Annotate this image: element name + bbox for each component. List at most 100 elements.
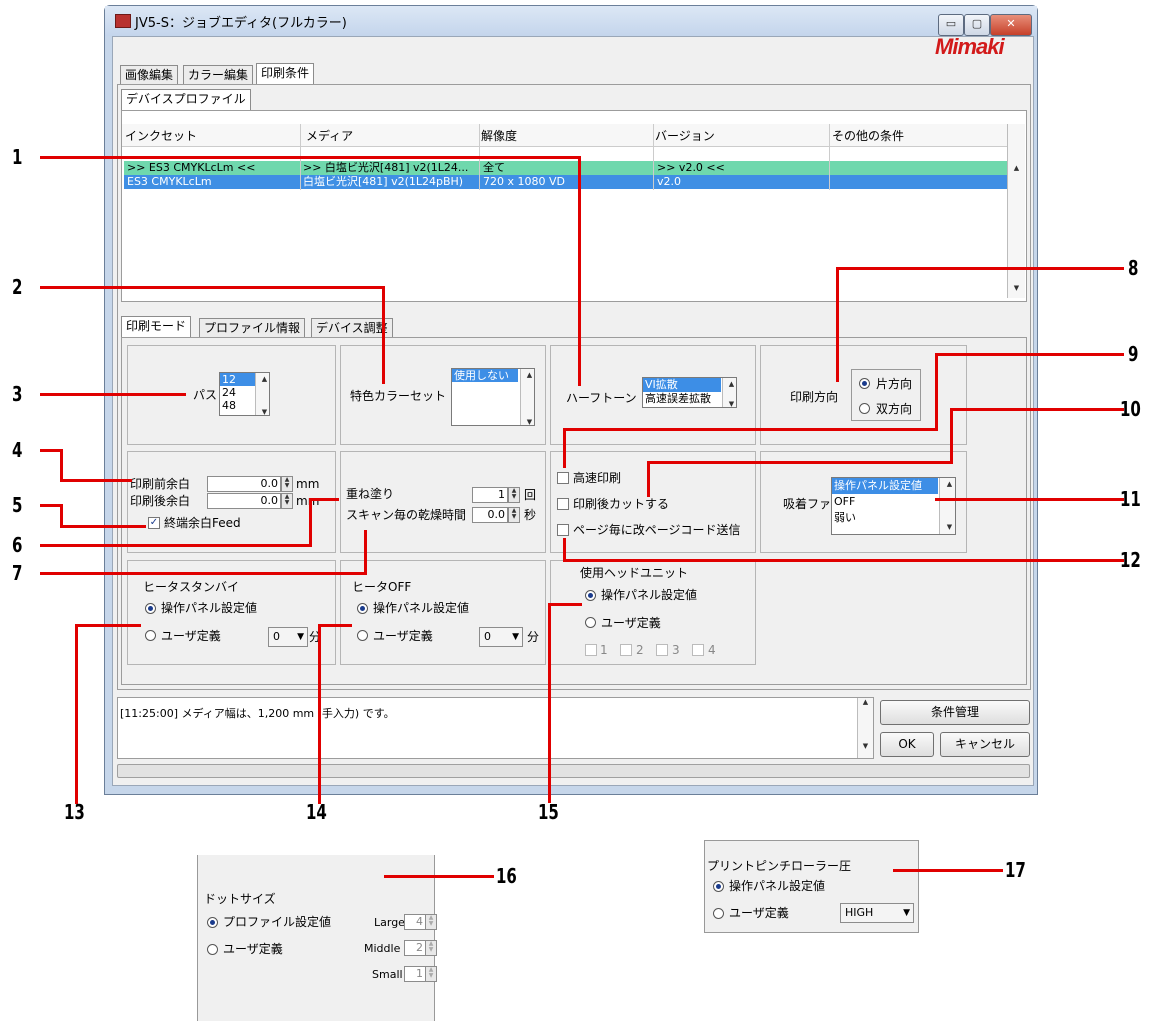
margin-front-field[interactable]: 0.0 (207, 476, 281, 492)
margin-back-stepper[interactable]: ▲ ▼ (281, 493, 293, 509)
status-scrollbar[interactable]: ▲ ▼ (857, 698, 873, 758)
tab-color-edit[interactable]: カラー編集 (183, 65, 254, 85)
cut-after-label: 印刷後カットする (573, 497, 670, 511)
dot-middle-field[interactable]: 2 (404, 940, 426, 956)
pinch-roller-panel-radio[interactable] (713, 881, 724, 892)
page-code-checkbox[interactable] (557, 524, 569, 536)
callout-3: 3 (12, 382, 23, 406)
dot-size-profile-radio[interactable] (207, 917, 218, 928)
col-version[interactable]: バージョン (655, 129, 715, 143)
heater-off-select[interactable]: 0 ▼ (479, 627, 523, 647)
minimize-button[interactable]: ▭ (938, 14, 964, 36)
list-item[interactable]: OFF (832, 494, 955, 510)
progress-bar (117, 764, 1030, 778)
head-4-checkbox[interactable] (692, 644, 704, 656)
margin-front-stepper[interactable]: ▲ ▼ (281, 476, 293, 492)
cell: 白塩ビ光沢[481] v2(1L24pBH) (303, 175, 464, 188)
list-scrollbar[interactable]: ▲ ▼ (722, 378, 736, 407)
tab-image-edit[interactable]: 画像編集 (120, 65, 179, 85)
cell: >> ES3 CMYKLcLm << (127, 161, 256, 174)
dot-middle-stepper[interactable]: ▲ ▼ (425, 940, 437, 956)
table-scrollbar[interactable]: ▲ ▼ (1007, 124, 1025, 298)
col-media[interactable]: メディア (306, 129, 353, 143)
heater-standby-label: ヒータスタンバイ (143, 580, 240, 594)
callout-8: 8 (1128, 256, 1139, 280)
head-2-checkbox[interactable] (620, 644, 632, 656)
condition-manage-button[interactable]: 条件管理 (880, 700, 1030, 725)
pass-label: パス (193, 388, 218, 402)
direction-two-way-radio[interactable] (859, 403, 870, 414)
tab-print-conditions[interactable]: 印刷条件 (256, 63, 315, 85)
tab-device-profile[interactable]: デバイスプロファイル (121, 89, 251, 111)
overprint-field[interactable]: 1 (472, 487, 508, 503)
heater-standby-panel-radio[interactable] (145, 603, 156, 614)
chevron-down-icon: ▼ (903, 908, 910, 918)
ok-button[interactable]: OK (880, 732, 934, 757)
col-inkset[interactable]: インクセット (125, 129, 197, 143)
head-3-checkbox[interactable] (656, 644, 668, 656)
list-item[interactable]: 弱い (832, 510, 955, 526)
pinch-roller-user-radio[interactable] (713, 908, 724, 919)
list-scrollbar[interactable]: ▲ ▼ (255, 373, 269, 415)
callout-10: 10 (1120, 397, 1141, 421)
callout-4: 4 (12, 438, 23, 462)
list-scrollbar[interactable]: ▲ ▼ (520, 369, 534, 425)
direction-one-way-radio[interactable] (859, 378, 870, 389)
suction-fan-list[interactable]: 操作パネル設定値 OFF 弱い ▲ ▼ (831, 477, 956, 535)
column-divider (653, 124, 654, 190)
chevron-down-icon: ▼ (297, 632, 304, 642)
list-item[interactable]: 操作パネル設定値 (832, 478, 938, 494)
heater-off-panel-label: 操作パネル設定値 (373, 601, 470, 615)
list-scrollbar[interactable]: ▲ ▼ (939, 478, 955, 534)
list-item[interactable]: 使用しない (452, 369, 518, 382)
direction-two-way-label: 双方向 (876, 402, 913, 416)
dry-time-label: スキャン毎の乾燥時間 (346, 508, 467, 522)
dry-time-field[interactable]: 0.0 (472, 507, 508, 523)
cut-after-checkbox[interactable] (557, 498, 569, 510)
head-1-checkbox[interactable] (585, 644, 597, 656)
dot-large-field[interactable]: 4 (404, 914, 426, 930)
heater-standby-user-label: ユーザ定義 (161, 629, 221, 643)
dot-small-stepper[interactable]: ▲ ▼ (425, 966, 437, 982)
heater-standby-user-radio[interactable] (145, 630, 156, 641)
special-color-list[interactable]: 使用しない ▲ ▼ (451, 368, 535, 426)
select-value: 0 (273, 630, 280, 643)
pinch-roller-select[interactable]: HIGH ▼ (840, 903, 914, 923)
list-item[interactable]: VI拡散 (643, 378, 721, 392)
table-row[interactable] (124, 175, 1007, 189)
heater-off-user-radio[interactable] (357, 630, 368, 641)
end-feed-checkbox[interactable]: ✓ (148, 517, 160, 529)
column-divider (829, 124, 830, 190)
col-resolution[interactable]: 解像度 (481, 129, 517, 143)
dry-time-stepper[interactable]: ▲ ▼ (508, 507, 520, 523)
overprint-stepper[interactable]: ▲ ▼ (508, 487, 520, 503)
tab-print-mode[interactable]: 印刷モード (121, 316, 192, 338)
heater-off-panel-radio[interactable] (357, 603, 368, 614)
table-row[interactable] (124, 161, 1007, 175)
mimaki-logo: Mimaki (935, 34, 1005, 59)
window-title: JV5-S：ジョブエディタ(フルカラー) (135, 16, 347, 31)
dot-large-stepper[interactable]: ▲ ▼ (425, 914, 437, 930)
callout-17: 17 (1005, 858, 1026, 882)
heater-standby-select[interactable]: 0 ▼ (268, 627, 308, 647)
end-feed-label: 終端余白Feed (164, 516, 241, 530)
tab-device-adjust[interactable]: デバイス調整 (311, 318, 393, 338)
dot-small-field[interactable]: 1 (404, 966, 426, 982)
cancel-button[interactable]: キャンセル (940, 732, 1030, 757)
pinch-roller-title: プリントピンチローラー圧 (707, 859, 852, 873)
halftone-label: ハーフトーン (566, 391, 637, 405)
maximize-button[interactable]: ▢ (964, 14, 990, 36)
pass-list[interactable]: 12 24 48 ▲ ▼ (219, 372, 270, 416)
head-unit-panel-radio[interactable] (585, 590, 596, 601)
callout-13: 13 (64, 800, 85, 824)
dot-size-user-radio[interactable] (207, 944, 218, 955)
callout-16: 16 (496, 864, 517, 888)
select-value: HIGH (845, 906, 874, 919)
halftone-list[interactable]: VI拡散 高速誤差拡散 ▲ ▼ (642, 377, 737, 408)
close-button[interactable]: ✕ (990, 14, 1032, 36)
col-other[interactable]: その他の条件 (832, 129, 904, 143)
margin-back-field[interactable]: 0.0 (207, 493, 281, 509)
high-speed-checkbox[interactable] (557, 472, 569, 484)
tab-profile-info[interactable]: プロファイル情報 (199, 318, 306, 338)
head-unit-user-radio[interactable] (585, 617, 596, 628)
